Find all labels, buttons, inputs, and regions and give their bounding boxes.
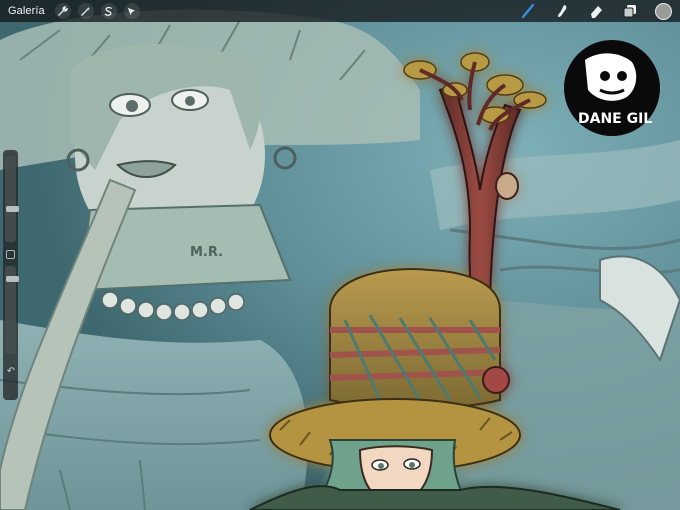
- wrench-icon[interactable]: [54, 3, 71, 19]
- eraser-icon[interactable]: [587, 2, 605, 20]
- smudge-icon[interactable]: [553, 2, 571, 20]
- opacity-slider[interactable]: [5, 266, 19, 354]
- artwork-canvas[interactable]: M.R. DANE GIL: [0, 0, 680, 510]
- top-toolbar: Galería: [0, 0, 680, 22]
- brush-icon[interactable]: [519, 2, 537, 20]
- collar-letters: M.R.: [190, 245, 223, 260]
- brush-size-thumb[interactable]: [6, 206, 19, 212]
- artist-signature-logo: DANE GIL: [564, 40, 660, 136]
- opacity-thumb[interactable]: [6, 276, 19, 282]
- selection-s-icon[interactable]: [100, 3, 117, 19]
- undo-icon[interactable]: ↶: [5, 366, 17, 378]
- left-sidebar: ↶: [3, 150, 19, 400]
- arrow-cursor-icon[interactable]: [123, 3, 140, 19]
- square-icon[interactable]: [6, 250, 15, 259]
- layers-icon[interactable]: [621, 2, 639, 20]
- gallery-button[interactable]: Galería: [8, 5, 45, 17]
- color-picker-button[interactable]: [655, 2, 672, 20]
- right-toolbar: [519, 0, 680, 22]
- hat-pom: [482, 366, 510, 394]
- staff-gem: [495, 172, 519, 200]
- magic-wand-icon[interactable]: [77, 3, 94, 19]
- brush-size-slider[interactable]: [5, 156, 19, 242]
- signature-text: DANE GIL: [578, 111, 652, 127]
